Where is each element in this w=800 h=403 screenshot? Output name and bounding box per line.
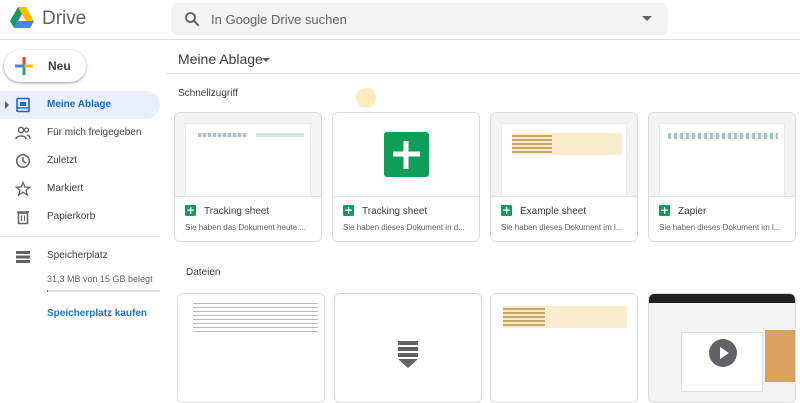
file-thumbnail: [175, 113, 321, 197]
sidebar-item-shared[interactable]: Für mich freigegeben: [0, 119, 160, 147]
thumbnail-content: [512, 135, 552, 153]
file-card[interactable]: [177, 293, 325, 403]
top-bar: Drive In Google Drive suchen: [0, 0, 800, 40]
file-thumbnail: [333, 113, 479, 197]
sheets-icon: [501, 205, 512, 216]
sidebar-item-my-drive[interactable]: Meine Ablage: [0, 91, 160, 119]
sidebar-item-label: Zuletzt: [47, 155, 78, 166]
clock-icon: [15, 153, 31, 169]
sidebar-item-trash[interactable]: Papierkorb: [0, 203, 160, 231]
thumbnail-page: [185, 123, 311, 197]
trash-icon: [17, 211, 29, 225]
quick-access-card[interactable]: Zapier Sie haben dieses Dokument im l...: [648, 112, 796, 242]
sidebar-item-label: Papierkorb: [47, 211, 96, 222]
cursor-highlight: [356, 88, 376, 108]
thumbnail-content: [256, 133, 304, 137]
drive-logo-icon[interactable]: [10, 7, 34, 29]
sheets-icon: [343, 205, 354, 216]
main-content: Meine Ablage Schnellzugriff Tracking she…: [166, 40, 800, 403]
sidebar-item-starred[interactable]: Markiert: [0, 175, 160, 203]
video-file-card[interactable]: [648, 293, 796, 403]
page-title[interactable]: Meine Ablage: [178, 51, 263, 67]
star-icon: [15, 181, 31, 197]
search-bar[interactable]: In Google Drive suchen: [171, 3, 668, 35]
file-name: Zapier: [678, 206, 707, 217]
sidebar-item-recent[interactable]: Zuletzt: [0, 147, 160, 175]
quick-access-card[interactable]: Tracking sheet Sie haben dieses Dokument…: [332, 112, 480, 242]
expand-arrow-icon[interactable]: [5, 101, 9, 109]
thumbnail-content: [668, 133, 778, 139]
thumbnail-page: [501, 123, 627, 197]
sheets-large-icon: [384, 132, 429, 177]
file-subtitle: Sie haben dieses Dokument im l...: [659, 223, 781, 232]
quick-access-card[interactable]: Tracking sheet Sie haben das Dokument he…: [174, 112, 322, 242]
sidebar-item-label: Markiert: [47, 183, 84, 194]
plus-icon: [15, 57, 33, 75]
storage-title[interactable]: Speicherplatz: [47, 250, 108, 261]
file-subtitle: Sie haben dieses Dokument in d...: [343, 223, 465, 232]
download-file-icon: [398, 341, 418, 368]
storage-bar: [47, 290, 160, 292]
file-thumbnail: [193, 302, 318, 332]
search-options-icon[interactable]: [642, 16, 652, 21]
sidebar-item-label: Meine Ablage: [47, 99, 112, 110]
new-button-label: Neu: [48, 59, 71, 73]
storage-used-text: 31,3 MB von 15 GB belegt: [47, 274, 153, 284]
play-icon[interactable]: [709, 339, 737, 367]
shared-icon: [15, 126, 31, 140]
quick-access-card[interactable]: Example sheet Sie haben dieses Dokument …: [490, 112, 638, 242]
sidebar-nav: Meine Ablage Für mich freigegeben Zuletz…: [0, 91, 160, 231]
video-thumbnail-header: [649, 294, 795, 303]
file-thumbnail: [649, 113, 795, 197]
file-name: Tracking sheet: [204, 206, 270, 217]
search-icon[interactable]: [183, 10, 201, 28]
buy-storage-link[interactable]: Speicherplatz kaufen: [47, 308, 147, 319]
thumbnail-content: [198, 133, 248, 137]
chevron-down-icon[interactable]: [262, 58, 270, 62]
sheets-icon: [659, 205, 670, 216]
file-subtitle: Sie haben das Dokument heute ...: [185, 223, 306, 232]
thumbnail-page: [659, 123, 785, 197]
file-thumbnail: [503, 308, 545, 326]
sidebar-item-label: Für mich freigegeben: [47, 127, 142, 138]
file-thumbnail: [491, 113, 637, 197]
video-thumbnail: [765, 330, 795, 382]
file-name: Example sheet: [520, 206, 587, 217]
sheets-icon: [185, 205, 196, 216]
search-input[interactable]: In Google Drive suchen: [211, 12, 347, 27]
file-name: Tracking sheet: [362, 206, 428, 217]
file-card[interactable]: [490, 293, 638, 403]
storage-icon: [16, 251, 30, 263]
header-divider: [166, 73, 800, 74]
file-subtitle: Sie haben dieses Dokument im l...: [501, 223, 623, 232]
my-drive-icon: [16, 97, 30, 113]
new-button[interactable]: Neu: [4, 50, 86, 82]
storage-bar-fill: [47, 290, 49, 292]
app-title[interactable]: Drive: [42, 8, 86, 30]
files-heading: Dateien: [186, 267, 221, 278]
quick-access-heading: Schnellzugriff: [178, 88, 238, 99]
sidebar-divider: [0, 236, 160, 237]
file-card[interactable]: [334, 293, 482, 403]
